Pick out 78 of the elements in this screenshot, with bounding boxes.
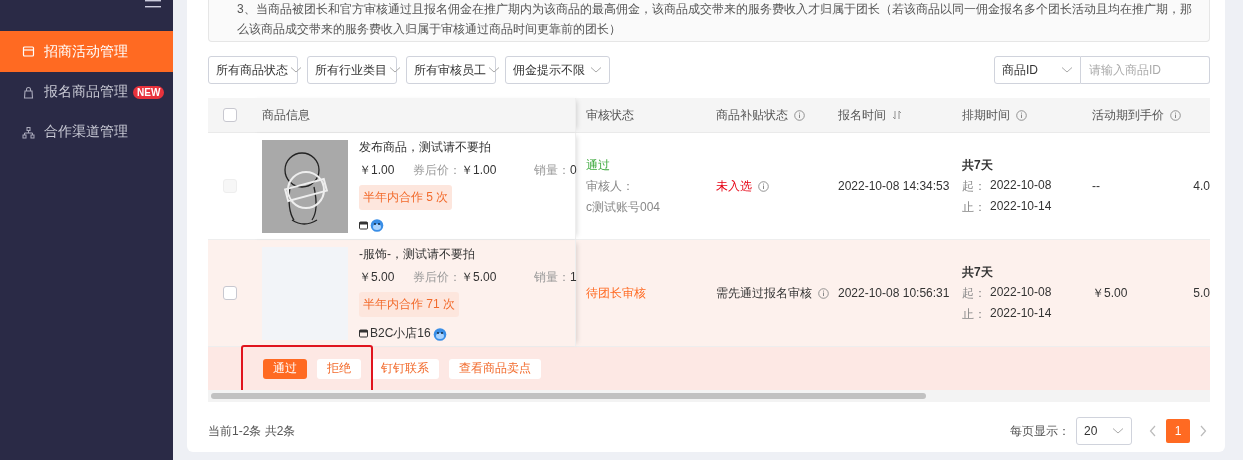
sales-label: 销量： [534,270,570,284]
coupon-price-label: 券后价： [413,163,461,177]
info-icon [818,287,829,299]
signup-time: 2022-10-08 14:34:53 [838,179,950,193]
coupon-price: ￥5.00 [461,270,498,284]
next-icon [1199,425,1207,437]
hierarchy-icon [22,125,35,139]
record-summary: 当前1-2条 共2条 [208,422,296,440]
activity-price: ￥5.00 [1092,284,1128,302]
cooperation-tag: 半年内合作 5 次 [359,185,453,210]
ticket-icon [22,45,35,58]
row-checkbox[interactable] [223,286,237,300]
prev-icon [1149,425,1157,437]
caret-icon [590,66,602,74]
table-row[interactable]: -服饰-，测试请不要拍 ￥5.00 券后价：￥5.00 销量：1 半年内合作 71 次 B2C小店16 待团长审核 需先通过报名审核 2022-10-08 10:56:31 共7天 起： 2022-10-08 止： 2022-10-14 ￥5.00 5.0 [208,240,1210,347]
price: ￥5.00 [359,270,396,284]
info-icon [758,180,769,192]
new-badge: NEW [133,85,165,99]
sidebar-item[interactable]: 报名商品管理 NEW [0,72,173,112]
caret-icon [488,66,500,74]
store-icon [359,329,368,338]
filter-select[interactable]: 所有审核员工 [406,56,496,84]
product-title: -服饰-，测试请不要拍 [359,247,476,261]
menu-icon [145,0,161,9]
cooperation-tag: 半年内合作 71 次 [359,292,459,317]
filter-select[interactable]: 佣金提示不限 [505,56,610,84]
shop-name: B2C小店16 [370,325,431,342]
column-header: 报名时间 [838,106,886,124]
price: ￥1.00 [359,163,396,177]
caret-icon [290,66,302,74]
bag-icon [22,85,35,99]
caret-icon [1061,66,1073,74]
activity-price: -- [1092,179,1100,193]
schedule-total: 共7天 [962,263,993,281]
start-label: 起： [962,177,986,195]
page-size-select[interactable]: 20 [1076,417,1132,445]
scrollbar-thumb[interactable] [211,393,926,399]
sales-label: 销量： [534,163,570,177]
sales-count: 1 [570,270,577,284]
product-title: 发布商品，测试请不要拍 [359,140,492,154]
end-label: 止： [962,305,986,323]
search-field[interactable]: 请输入商品ID [1081,56,1210,84]
round-face-icon [370,218,384,232]
filter-select[interactable]: 所有商品状态 [208,56,298,84]
round-face-icon [432,326,447,341]
page-size-label: 每页显示： [1010,422,1070,440]
start-date: 2022-10-08 [990,177,1052,194]
end-label: 止： [962,198,986,216]
table-cell: 4.0 [1193,179,1210,193]
notice-text: 3、当商品被团长和官方审核通过且报名佣金在推广期内为该商品的最高佣金，该商品成交带来的服务费收入才归属于团长（若该商品以同一佣金报名多个团长活动且均在推广期，那么该商品成交带来的服务费收入归属于审核通过商品时间更靠前的团长） [237,1,1193,38]
subsidy-status: 未入选 [716,177,752,195]
start-label: 起： [962,284,986,302]
start-date: 2022-10-08 [990,284,1052,301]
coupon-price: ￥1.00 [461,163,498,177]
column-header: 审核状态 [586,106,634,124]
end-date: 2022-10-14 [990,305,1052,322]
sales-count: 0 [570,163,577,177]
caret-icon [389,66,401,74]
search-type-select[interactable]: 商品ID [994,56,1081,84]
end-date: 2022-10-14 [990,198,1052,215]
coupon-price-label: 券后价： [413,270,461,284]
subsidy-status: 需先通过报名审核 [716,284,812,302]
table-cell: 5.0 [1193,286,1210,300]
signup-time: 2022-10-08 10:56:31 [838,286,950,300]
store-icon [359,220,368,230]
reviewer-name: c测试账号004 [586,198,661,216]
select-all-checkbox[interactable] [223,108,237,122]
schedule-total: 共7天 [962,156,993,174]
column-header: 商品信息 [262,106,310,124]
column-header: 活动期到手价 [1092,106,1164,124]
filter-select[interactable]: 所有行业类目 [307,56,397,84]
caret-icon [1112,427,1124,435]
review-status: 待团长审核 [586,284,646,302]
sidebar-item[interactable]: 合作渠道管理 [0,112,173,152]
column-header: 商品补贴状态 [716,106,788,124]
reviewer-label: 审核人： [586,177,634,195]
review-status: 通过 [586,156,610,174]
column-header: 排期时间 [962,106,1010,124]
